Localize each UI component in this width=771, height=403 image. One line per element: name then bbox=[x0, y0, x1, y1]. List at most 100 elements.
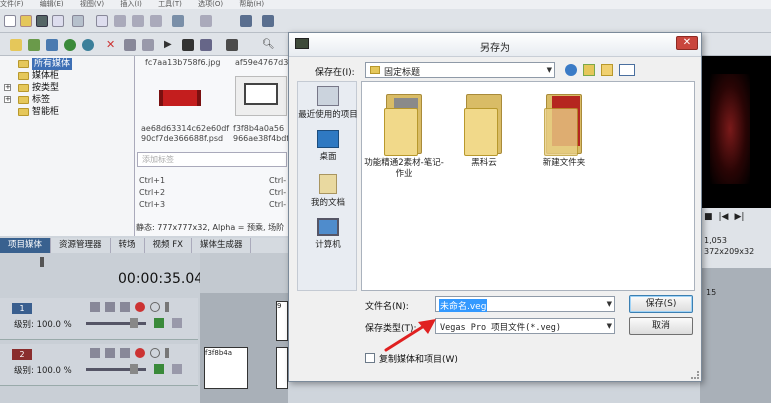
tree-item-by-type[interactable]: 按类型 bbox=[18, 82, 59, 94]
open-folder-icon[interactable] bbox=[20, 15, 32, 27]
menu-insert[interactable]: 插入(I) bbox=[120, 0, 142, 8]
composite-mode-icon[interactable] bbox=[154, 364, 164, 374]
view-icon[interactable] bbox=[226, 39, 238, 51]
render-icon[interactable] bbox=[72, 15, 84, 27]
prev-frame-icon[interactable]: |◀ bbox=[719, 212, 729, 222]
filename-input[interactable]: 未命名.veg ▼ bbox=[435, 296, 615, 312]
video-clip[interactable] bbox=[276, 347, 288, 389]
slider-thumb[interactable] bbox=[130, 318, 138, 328]
expand-icon[interactable]: + bbox=[4, 84, 11, 91]
save-in-dropdown[interactable]: 固定标题 ▼ bbox=[365, 62, 555, 78]
delete-icon[interactable]: ✕ bbox=[106, 39, 118, 51]
paste-icon[interactable] bbox=[150, 15, 162, 27]
next-frame-icon[interactable]: ▶| bbox=[734, 212, 744, 222]
compositing-icon[interactable] bbox=[120, 348, 130, 358]
tree-item-tags[interactable]: 标签 bbox=[18, 94, 50, 106]
filetype-dropdown[interactable]: Vegas Pro 项目文件(*.veg) ▼ bbox=[435, 318, 615, 334]
media-tree-panel: 所有媒体 媒体柜 + 按类型 + 标签 智能柜 bbox=[0, 56, 135, 236]
search-icon[interactable] bbox=[82, 39, 94, 51]
cancel-button[interactable]: 取消 bbox=[629, 317, 693, 335]
menu-tools[interactable]: 工具(T) bbox=[158, 0, 182, 8]
fx-icon[interactable] bbox=[142, 39, 154, 51]
mute-icon[interactable] bbox=[150, 302, 160, 312]
loop-icon[interactable] bbox=[200, 39, 212, 51]
media-thumbnail[interactable] bbox=[235, 76, 287, 116]
tab-project-media[interactable]: 项目媒体 bbox=[0, 238, 52, 253]
stop-icon[interactable]: ■ bbox=[704, 212, 713, 222]
tree-item-smart-bins[interactable]: 智能柜 bbox=[18, 106, 59, 118]
play-icon[interactable]: ▶ bbox=[164, 39, 176, 51]
gear-icon[interactable] bbox=[135, 348, 145, 358]
media-thumbnail[interactable] bbox=[155, 78, 205, 116]
copy-media-checkbox[interactable] bbox=[365, 353, 375, 363]
parent-icon[interactable] bbox=[172, 318, 182, 328]
cut-icon[interactable] bbox=[114, 15, 126, 27]
properties-icon[interactable] bbox=[52, 15, 64, 27]
composite-mode-icon[interactable] bbox=[154, 318, 164, 328]
back-icon[interactable] bbox=[565, 64, 577, 76]
dialog-titlebar[interactable]: 另存为 ✕ bbox=[289, 33, 701, 57]
video-clip[interactable]: f3f8b4a bbox=[204, 347, 248, 389]
menu-edit[interactable]: 编辑(E) bbox=[40, 0, 64, 8]
place-desktop[interactable]: 桌面 bbox=[298, 130, 358, 162]
track-fx-icon[interactable] bbox=[105, 348, 115, 358]
track-motion-icon[interactable] bbox=[90, 302, 100, 312]
track-header-video-2[interactable]: 2 级别: 100.0 % bbox=[0, 344, 198, 386]
tree-item-all-media[interactable]: 所有媒体 bbox=[18, 58, 73, 70]
menu-file[interactable]: 文件(F) bbox=[0, 0, 24, 8]
mute-icon[interactable] bbox=[150, 348, 160, 358]
tab-media-generators[interactable]: 媒体生成器 bbox=[192, 238, 252, 253]
gear-icon[interactable] bbox=[135, 302, 145, 312]
web-icon[interactable] bbox=[64, 39, 76, 51]
tab-explorer[interactable]: 资源管理器 bbox=[51, 238, 111, 253]
file-item-folder[interactable]: 功能精通2素材-笔记-作业 bbox=[364, 88, 444, 180]
import-icon[interactable] bbox=[10, 39, 22, 51]
timeline-area[interactable]: 9 f3f8b4a bbox=[200, 253, 288, 403]
tool-icon[interactable] bbox=[240, 15, 252, 27]
zoom-icon[interactable]: 🔍︎ bbox=[262, 39, 275, 51]
capture-icon[interactable] bbox=[28, 39, 40, 51]
folder-icon bbox=[18, 72, 29, 80]
redo-icon[interactable] bbox=[200, 15, 212, 27]
tab-transitions[interactable]: 转场 bbox=[111, 238, 145, 253]
close-button[interactable]: ✕ bbox=[676, 36, 698, 50]
solo-icon[interactable] bbox=[165, 348, 169, 358]
place-recent[interactable]: 最近使用的项目 bbox=[298, 86, 358, 120]
file-item-folder[interactable]: 新建文件夹 bbox=[524, 88, 604, 169]
track-fx-icon[interactable] bbox=[105, 302, 115, 312]
save-button[interactable]: 保存(S) bbox=[629, 295, 693, 313]
view-menu-icon[interactable] bbox=[619, 64, 635, 76]
copy-icon[interactable] bbox=[132, 15, 144, 27]
track-motion-icon[interactable] bbox=[90, 348, 100, 358]
tag-input[interactable]: 添加标签 bbox=[137, 152, 287, 167]
up-folder-icon[interactable] bbox=[583, 64, 595, 76]
menu-help[interactable]: 帮助(H) bbox=[239, 0, 264, 8]
stop-icon[interactable] bbox=[182, 39, 194, 51]
clear-icon[interactable] bbox=[124, 39, 136, 51]
parent-icon[interactable] bbox=[172, 364, 182, 374]
video-clip[interactable]: 9 bbox=[276, 301, 288, 341]
compositing-icon[interactable] bbox=[120, 302, 130, 312]
new-folder-icon[interactable] bbox=[601, 64, 613, 76]
tab-video-fx[interactable]: 视频 FX bbox=[145, 238, 192, 253]
help-icon[interactable] bbox=[262, 15, 274, 27]
media-thumbnails: fc7aa13b758f6.jpg af59e4767d3 ae68d63314… bbox=[135, 56, 290, 236]
expand-icon[interactable]: + bbox=[4, 96, 11, 103]
menu-options[interactable]: 选项(O) bbox=[198, 0, 223, 8]
tree-item-bins[interactable]: 媒体柜 bbox=[18, 70, 59, 82]
resize-grip[interactable] bbox=[691, 371, 699, 379]
place-computer[interactable]: 计算机 bbox=[298, 218, 358, 250]
media-icon[interactable] bbox=[46, 39, 58, 51]
settings-icon[interactable] bbox=[96, 15, 108, 27]
slider-thumb[interactable] bbox=[130, 364, 138, 374]
timeline-ruler[interactable] bbox=[200, 253, 288, 293]
menu-view[interactable]: 视图(V) bbox=[80, 0, 104, 8]
undo-icon[interactable] bbox=[172, 15, 184, 27]
timeline-area-right[interactable]: 15 bbox=[700, 268, 771, 403]
place-documents[interactable]: 我的文档 bbox=[298, 174, 358, 208]
new-file-icon[interactable] bbox=[4, 15, 16, 27]
file-item-folder[interactable]: 黑科云 bbox=[444, 88, 524, 169]
solo-icon[interactable] bbox=[165, 302, 169, 312]
track-header-video-1[interactable]: 1 级别: 100.0 % bbox=[0, 298, 198, 340]
save-icon[interactable] bbox=[36, 15, 48, 27]
